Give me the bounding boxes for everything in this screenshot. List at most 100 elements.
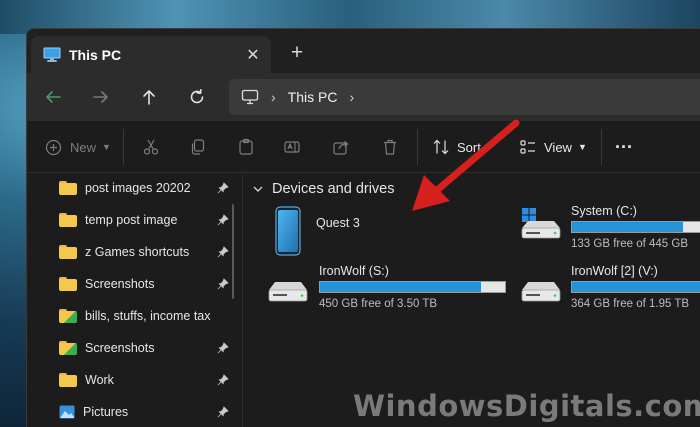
pin-icon [217, 342, 229, 354]
sidebar-item-bills[interactable]: bills, stuffs, income tax [59, 304, 229, 328]
sidebar-item-work[interactable]: Work [59, 368, 229, 392]
annotation-arrow [412, 119, 520, 211]
cut-button[interactable] [142, 133, 160, 161]
sidebar-scrollbar[interactable] [232, 204, 234, 299]
drive-usage-fill [320, 282, 481, 292]
sidebar-item-label: post images 20202 [85, 181, 191, 195]
drive-item-quest-3[interactable]: Quest 3 [274, 204, 424, 264]
tab-strip: This PC ✕ + [27, 29, 700, 73]
group-title: Devices and drives [272, 181, 395, 197]
scissors-icon [143, 139, 159, 155]
navigation-pane: post images 20202 temp post image z Game… [27, 174, 243, 427]
view-label: View [544, 139, 572, 155]
address-bar[interactable]: › This PC › [229, 79, 700, 115]
share-button[interactable] [332, 133, 350, 161]
new-button[interactable]: New ▼ [45, 133, 111, 161]
toolbar-divider [601, 129, 602, 165]
toolbar-divider [123, 129, 124, 165]
pin-icon [217, 246, 229, 258]
pictures-icon [59, 405, 75, 419]
arrow-up-icon [143, 90, 155, 105]
sidebar-item-screenshots-2[interactable]: Screenshots [59, 336, 229, 360]
arrow-right-icon [93, 91, 108, 103]
breadcrumb-separator: › [271, 89, 276, 105]
trash-icon [384, 139, 396, 155]
folder-icon [59, 277, 77, 291]
pin-icon [217, 278, 229, 290]
more-options-button[interactable]: ··· [615, 133, 633, 161]
folder-icon [59, 181, 77, 195]
plus-circle-icon [45, 139, 62, 155]
devices-and-drives-header[interactable]: Devices and drives [252, 181, 395, 197]
folder-icon [59, 245, 77, 259]
rename-button[interactable] [283, 133, 301, 161]
refresh-button[interactable] [181, 81, 213, 113]
monitor-icon [241, 89, 259, 105]
close-tab-button[interactable]: ✕ [239, 41, 267, 69]
sidebar-item-post-images[interactable]: post images 20202 [59, 176, 229, 200]
hard-drive-icon [268, 282, 308, 302]
arrow-left-icon [46, 91, 61, 103]
sidebar-item-label: z Games shortcuts [85, 245, 190, 259]
delete-button[interactable] [381, 133, 399, 161]
hard-drive-icon [521, 282, 561, 302]
sidebar-item-pictures[interactable]: Pictures [59, 400, 229, 424]
chevron-down-icon: ▼ [102, 142, 111, 152]
drive-item-ironwolf-s[interactable]: IronWolf (S:) 450 GB free of 3.50 TB [266, 264, 506, 324]
file-explorer-window: This PC ✕ + › This PC › New ▼ Sort View … [26, 28, 700, 427]
drive-free-space: 364 GB free of 1.95 TB [571, 298, 690, 310]
chevron-down-icon [253, 186, 263, 192]
drive-name: IronWolf (S:) [319, 264, 389, 278]
chevron-down-icon: ▼ [577, 142, 587, 152]
sidebar-item-screenshots[interactable]: Screenshots [59, 272, 229, 296]
phone-device-icon [275, 206, 301, 256]
clipboard-icon [239, 138, 253, 155]
folder-icon [59, 213, 77, 227]
sidebar-item-label: Pictures [83, 405, 129, 419]
sidebar-item-label: Work [85, 373, 114, 387]
drive-usage-bar [319, 281, 506, 293]
breadcrumb-chevron[interactable]: › [349, 89, 354, 105]
sidebar-item-temp-post-image[interactable]: temp post image [59, 208, 229, 232]
drive-name: Quest 3 [316, 216, 360, 230]
pin-icon [217, 182, 229, 194]
drive-free-space: 133 GB free of 445 GB [571, 238, 688, 250]
sidebar-item-label: bills, stuffs, income tax [85, 309, 211, 323]
copy-icon [191, 139, 205, 155]
drive-name: System (C:) [571, 204, 637, 218]
drive-usage-fill [572, 222, 683, 232]
sidebar-item-label: Screenshots [85, 277, 155, 291]
sidebar-item-label: Screenshots [85, 341, 155, 355]
up-button[interactable] [133, 81, 165, 113]
drive-item-system-c[interactable]: System (C:) 133 GB free of 445 GB [519, 204, 700, 264]
back-button[interactable] [37, 81, 69, 113]
sidebar-item-label: temp post image [85, 213, 178, 227]
share-icon [333, 141, 349, 155]
drive-usage-bar [571, 221, 700, 233]
drive-item-ironwolf-2-v[interactable]: IronWolf [2] (V:) 364 GB free of 1.95 TB [519, 264, 700, 324]
pin-icon [217, 214, 229, 226]
paste-button[interactable] [237, 133, 255, 161]
refresh-icon [190, 89, 204, 104]
pin-icon [217, 374, 229, 386]
forward-button[interactable] [85, 81, 117, 113]
pin-icon [217, 406, 229, 418]
drive-usage-fill [572, 282, 700, 292]
new-label: New [70, 139, 97, 155]
drive-free-space: 450 GB free of 3.50 TB [319, 298, 438, 310]
rename-icon [284, 141, 300, 153]
new-tab-button[interactable]: + [285, 41, 309, 65]
breadcrumb-this-pc[interactable]: This PC [288, 89, 338, 105]
tab-title: This PC [69, 46, 122, 63]
view-button[interactable]: View ▼ [519, 133, 587, 161]
folder-icon [59, 373, 77, 387]
command-bar: New ▼ Sort View ▼ ··· [27, 121, 700, 173]
tab-this-pc[interactable]: This PC ✕ [31, 36, 271, 73]
monitor-icon [43, 47, 61, 62]
copy-button[interactable] [189, 133, 207, 161]
sidebar-item-games-shortcuts[interactable]: z Games shortcuts [59, 240, 229, 264]
watermark: WindowsDigitals.com [345, 385, 700, 427]
navigation-bar: › This PC › [27, 73, 700, 121]
folder-icon [59, 309, 77, 323]
watermark-text: WindowsDigitals.com [353, 389, 700, 423]
